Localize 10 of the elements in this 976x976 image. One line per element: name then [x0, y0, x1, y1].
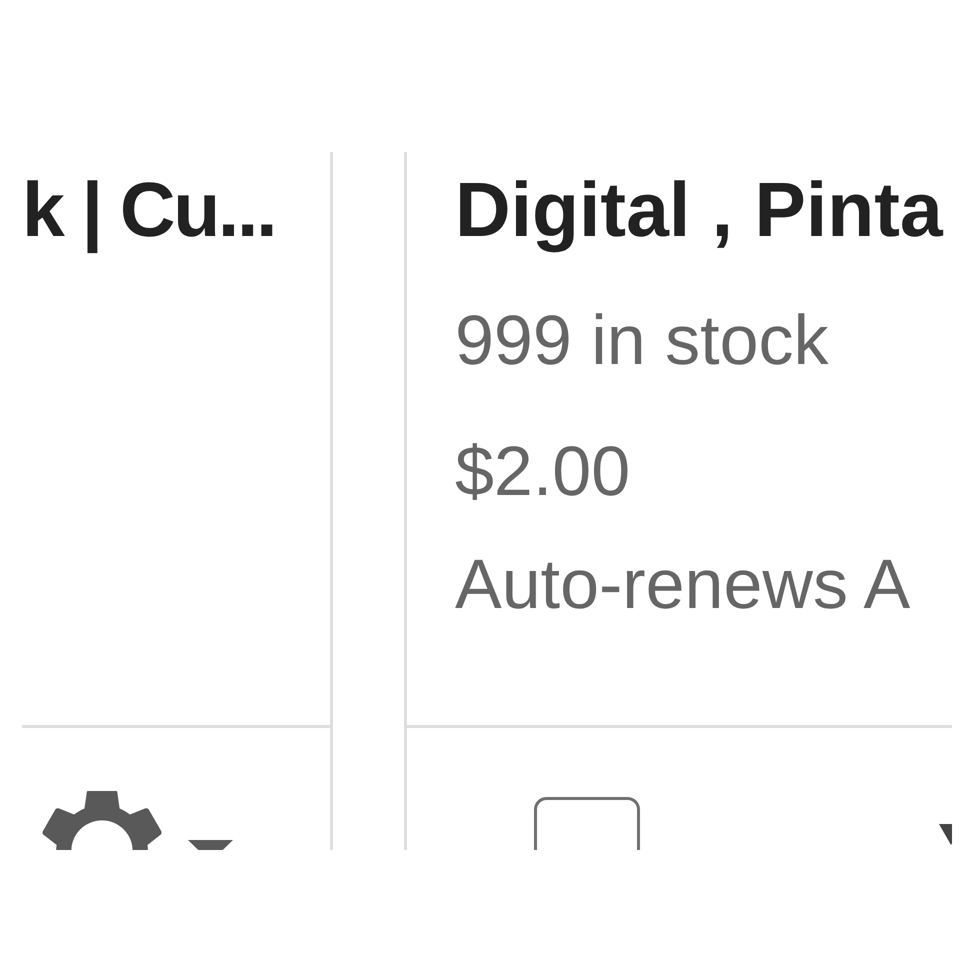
caret-icon[interactable] [939, 824, 952, 845]
listing-title[interactable]: k | Cu... [22, 162, 276, 258]
checkbox[interactable] [534, 797, 640, 850]
listing-title[interactable]: Digital , Pinta [455, 162, 943, 258]
renewal-text: Auto-renews A [455, 544, 910, 626]
stock-text: 999 in stock [455, 300, 829, 382]
price-text: $2.00 [455, 431, 630, 512]
caret-icon [188, 840, 233, 850]
settings-menu-button[interactable] [42, 791, 233, 850]
gear-icon [42, 791, 162, 850]
